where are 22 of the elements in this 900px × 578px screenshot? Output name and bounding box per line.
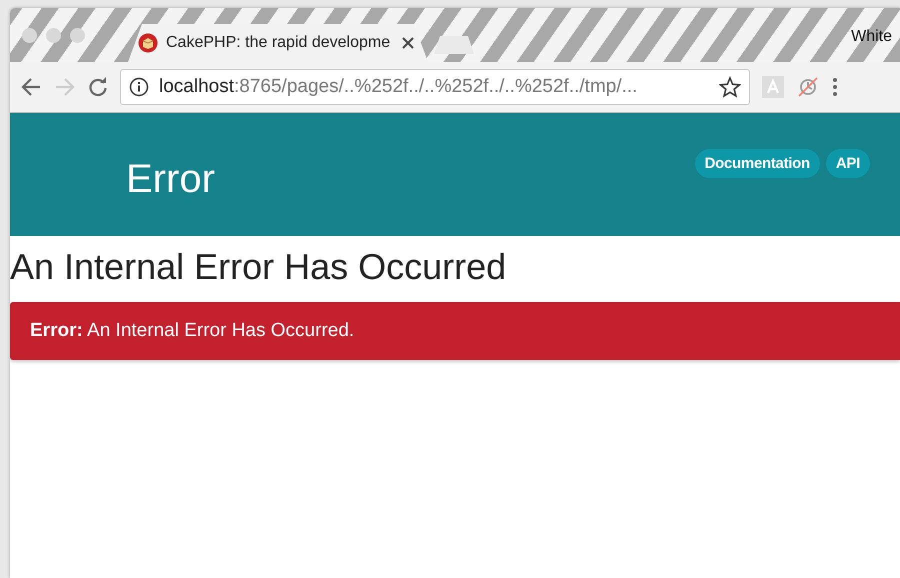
info-icon[interactable] <box>129 77 149 97</box>
window-control-button[interactable] <box>22 28 37 43</box>
profile-label: White <box>851 28 892 46</box>
forward-icon[interactable] <box>54 77 76 97</box>
page-heading: An Internal Error Has Occurred <box>10 246 508 288</box>
reload-icon[interactable] <box>88 77 108 97</box>
error-message: Error: An Internal Error Has Occurred. <box>30 320 354 342</box>
window-control-button[interactable] <box>70 28 85 43</box>
address-bar[interactable]: localhost:8765/pages/..%252f../..%252f../..%252f../tmp/... <box>120 69 750 105</box>
url-text: localhost:8765/pages/..%252f../..%252f../..%252f../tmp/... <box>159 76 638 98</box>
header-title: Error <box>126 157 215 201</box>
nav-link[interactable]: Documentation <box>694 149 820 178</box>
extension-icon[interactable] <box>762 76 784 98</box>
new-tab-button[interactable] <box>434 36 474 54</box>
back-icon[interactable] <box>20 77 42 97</box>
browser-tab[interactable]: CakePHP: the rapid developme <box>128 24 428 62</box>
menu-icon[interactable] <box>832 77 838 97</box>
cake-icon <box>138 33 158 53</box>
nav-link[interactable]: API <box>826 149 870 178</box>
window-control-button[interactable] <box>46 28 61 43</box>
star-icon[interactable] <box>719 76 741 98</box>
close-icon[interactable] <box>402 37 414 49</box>
